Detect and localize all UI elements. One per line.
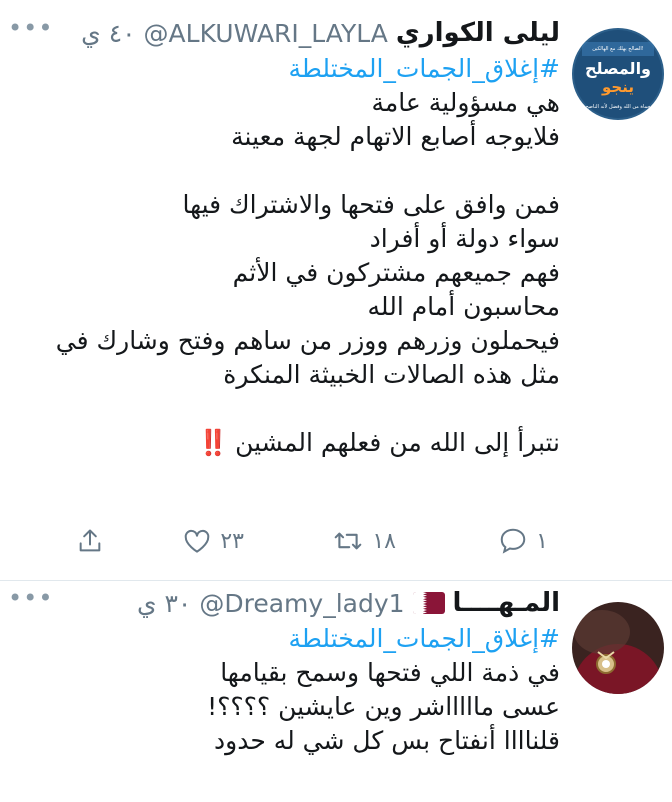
retweet-count: ١٨ (372, 528, 396, 554)
hashtag-link[interactable]: #إغلاق_الجمات_المختلطة (12, 52, 560, 86)
more-icon[interactable]: ••• (8, 14, 53, 42)
tweet-line: في ذمة اللي فتحها وسمح بقيامها (220, 658, 560, 687)
avatar-subtitle: ينجو (601, 78, 634, 96)
like-count: ٢٣ (220, 528, 244, 554)
share-button[interactable] (76, 526, 104, 556)
avatar-top-text: الصالح يهلك مع الهالكين! (592, 46, 644, 52)
tweet-line: فمن وافق على فتحها والاشتراك فيها (182, 190, 560, 219)
display-name[interactable]: ليلى الكواري (396, 18, 560, 48)
tweet-line: فهم جميعهم مشتركون في الأثم (232, 258, 560, 287)
tweet[interactable]: المـهــــا @Dreamy_lady1 ٣٠ ي ••• #إغلاق… (0, 580, 672, 802)
retweet-button[interactable]: ١٨ (332, 526, 408, 556)
display-name[interactable]: المـهــــا (453, 588, 560, 618)
avatar[interactable] (572, 602, 664, 694)
tweet-line: قلناااا أنفتاح بس كل شي له حدود (213, 726, 560, 755)
handle[interactable]: @ALKUWARI_LAYLA (144, 19, 388, 48)
double-exclamation-icon: ‼️ (197, 428, 230, 457)
tweet-line: محاسبون أمام الله (367, 292, 560, 321)
tweet-line: عسى ماااااشر وين عايشين ؟؟؟؟! (207, 692, 560, 721)
avatar-bottom-text: حماة من الله وفضل لأنه الناصح (585, 103, 650, 110)
action-bar: ١ ١٨ ٢٣ (12, 526, 560, 566)
qatar-flag-icon (412, 592, 445, 614)
share-icon[interactable] (76, 526, 104, 556)
tweet-line-last: نتبرأ إلى الله من فعلهم المشين‼️ (12, 426, 560, 460)
avatar[interactable]: الصالح يهلك مع الهالكين! والمصلح ينجو حم… (572, 28, 664, 120)
more-icon[interactable]: ••• (8, 584, 53, 612)
reply-button[interactable]: ١ (498, 526, 560, 556)
tweet-line: مثل هذه الصالات الخبيثة المنكرة (223, 360, 560, 389)
timestamp[interactable]: ٤٠ ي (81, 19, 135, 48)
heart-icon[interactable] (182, 526, 212, 556)
reply-count: ١ (536, 528, 548, 554)
tweet-header: المـهــــا @Dreamy_lady1 ٣٠ ي (137, 586, 560, 620)
handle[interactable]: @Dreamy_lady1 (199, 589, 404, 618)
timestamp[interactable]: ٣٠ ي (137, 589, 191, 618)
tweet[interactable]: الصالح يهلك مع الهالكين! والمصلح ينجو حم… (0, 0, 672, 580)
tweet-line: فلايوجه أصابع الاتهام لجهة معينة (231, 122, 560, 151)
tweet-line-text: نتبرأ إلى الله من فعلهم المشين (235, 428, 560, 457)
tweet-line: فيحملون وزرهم ووزر من ساهم وفتح وشارك في (55, 326, 560, 355)
reply-icon[interactable] (498, 526, 528, 556)
tweet-body: #إغلاق_الجمات_المختلطة هي مسؤولية عامة ف… (12, 52, 560, 460)
retweet-icon[interactable] (332, 526, 364, 556)
hashtag-link[interactable]: #إغلاق_الجمات_المختلطة (12, 622, 560, 656)
tweet-line: هي مسؤولية عامة (371, 88, 561, 117)
tweet-line: سواء دولة أو أفراد (369, 224, 560, 253)
tweet-header: ليلى الكواري @ALKUWARI_LAYLA ٤٠ ي (81, 16, 560, 50)
avatar-title: والمصلح (585, 59, 651, 78)
like-button[interactable]: ٢٣ (182, 526, 256, 556)
tweet-body: #إغلاق_الجمات_المختلطة في ذمة اللي فتحها… (12, 622, 560, 758)
